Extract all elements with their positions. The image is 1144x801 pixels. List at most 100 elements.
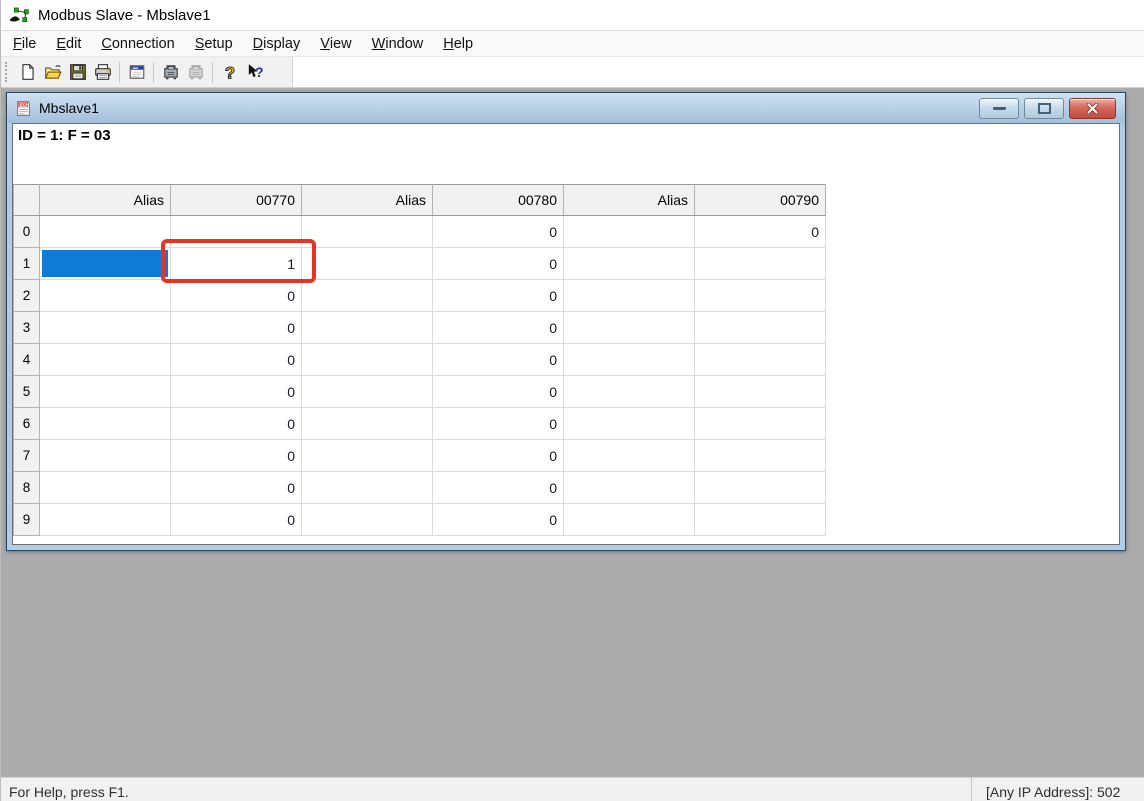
menu-item-display[interactable]: Display (243, 31, 311, 56)
cell-row1-col3[interactable]: 0 (433, 248, 564, 280)
cell-row6-col4[interactable] (564, 408, 695, 440)
menu-item-window[interactable]: Window (362, 31, 434, 56)
row-header-5: 5 (14, 376, 40, 408)
cell-row3-col0[interactable] (40, 312, 171, 344)
cell-row2-col2[interactable] (302, 280, 433, 312)
grid-row-3: 300 (14, 312, 826, 344)
document-titlebar[interactable]: DOC Mbslave1 (7, 93, 1125, 123)
cell-row9-col2[interactable] (302, 504, 433, 536)
grid-corner-header (14, 185, 40, 216)
cell-row3-col1[interactable]: 0 (171, 312, 302, 344)
cell-row1-col2[interactable] (302, 248, 433, 280)
status-bar: For Help, press F1. [Any IP Address]: 50… (1, 777, 1144, 801)
menu-item-help[interactable]: Help (433, 31, 483, 56)
cell-row4-col5[interactable] (695, 344, 826, 376)
cell-row5-col4[interactable] (564, 376, 695, 408)
cell-row9-col3[interactable]: 0 (433, 504, 564, 536)
open-file-icon[interactable] (40, 60, 65, 85)
grid-row-4: 400 (14, 344, 826, 376)
save-icon[interactable] (65, 60, 90, 85)
cell-row1-col1[interactable]: 1 (171, 248, 302, 280)
cell-row8-col0[interactable] (40, 472, 171, 504)
cell-row7-col5[interactable] (695, 440, 826, 472)
cell-row9-col1[interactable]: 0 (171, 504, 302, 536)
cell-row1-col5[interactable] (695, 248, 826, 280)
cell-row0-col0[interactable] (40, 216, 171, 248)
cell-row7-col4[interactable] (564, 440, 695, 472)
cell-row5-col2[interactable] (302, 376, 433, 408)
cell-row2-col0[interactable] (40, 280, 171, 312)
cell-row8-col5[interactable] (695, 472, 826, 504)
cell-row0-col1[interactable] (171, 216, 302, 248)
cell-row3-col5[interactable] (695, 312, 826, 344)
menu-item-setup[interactable]: Setup (185, 31, 243, 56)
cell-row6-col2[interactable] (302, 408, 433, 440)
status-ip-port: [Any IP Address]: 502 (971, 778, 1144, 801)
cell-row4-col1[interactable]: 0 (171, 344, 302, 376)
cell-row0-col3[interactable]: 0 (433, 216, 564, 248)
toolbar-separator (153, 62, 154, 83)
grid-row-0: 0 0 0 (14, 216, 826, 248)
cell-row8-col3[interactable]: 0 (433, 472, 564, 504)
grid-body: 000110200300400500600700800900 (14, 216, 826, 536)
cell-row8-col4[interactable] (564, 472, 695, 504)
connection-setup-icon[interactable] (158, 60, 183, 85)
cell-row6-col1[interactable]: 0 (171, 408, 302, 440)
cell-row4-col0[interactable] (40, 344, 171, 376)
cell-row9-col5[interactable] (695, 504, 826, 536)
maximize-button[interactable] (1024, 98, 1064, 119)
cell-row0-col5[interactable]: 0 (695, 216, 826, 248)
modbus-slave-app: Modbus Slave - Mbslave1 FileEditConnecti… (0, 0, 1144, 801)
close-button[interactable] (1069, 98, 1116, 119)
print-icon[interactable] (90, 60, 115, 85)
context-help-icon[interactable]: ? (242, 60, 267, 85)
cell-row5-col1[interactable]: 0 (171, 376, 302, 408)
cell-row9-col4[interactable] (564, 504, 695, 536)
cell-row4-col4[interactable] (564, 344, 695, 376)
cell-row3-col3[interactable]: 0 (433, 312, 564, 344)
svg-text:?: ? (255, 65, 263, 80)
row-header-0: 0 (14, 216, 40, 248)
grid-row-9: 900 (14, 504, 826, 536)
cell-row5-col0[interactable] (40, 376, 171, 408)
cell-row6-col3[interactable]: 0 (433, 408, 564, 440)
cell-row3-col4[interactable] (564, 312, 695, 344)
cell-row9-col0[interactable] (40, 504, 171, 536)
grid-row-7: 7 0 0 (14, 440, 826, 472)
cell-row1-col0[interactable] (40, 248, 171, 280)
help-icon[interactable]: ? (217, 60, 242, 85)
svg-text:DOC: DOC (19, 102, 28, 108)
row-header-7: 7 (14, 440, 40, 472)
new-document-icon[interactable] (15, 60, 40, 85)
grid-row-1: 110 (14, 248, 826, 280)
cell-row7-col0[interactable] (40, 440, 171, 472)
cell-row5-col5[interactable] (695, 376, 826, 408)
cell-row1-col4[interactable] (564, 248, 695, 280)
close-icon (1086, 103, 1099, 114)
menu-item-view[interactable]: View (310, 31, 361, 56)
cell-row2-col3[interactable]: 0 (433, 280, 564, 312)
display-setup-icon[interactable] (124, 60, 149, 85)
cell-row7-col1[interactable]: 0 (171, 440, 302, 472)
cell-row3-col2[interactable] (302, 312, 433, 344)
cell-row7-col2[interactable] (302, 440, 433, 472)
menu-item-file[interactable]: File (3, 31, 46, 56)
cell-row8-col2[interactable] (302, 472, 433, 504)
minimize-button[interactable] (979, 98, 1019, 119)
cell-row6-col5[interactable] (695, 408, 826, 440)
cell-row0-col2[interactable] (302, 216, 433, 248)
cell-row4-col3[interactable]: 0 (433, 344, 564, 376)
cell-row5-col3[interactable]: 0 (433, 376, 564, 408)
menu-item-connection[interactable]: Connection (91, 31, 184, 56)
cell-row2-col5[interactable] (695, 280, 826, 312)
cell-row0-col4[interactable] (564, 216, 695, 248)
cell-row8-col1[interactable]: 0 (171, 472, 302, 504)
cell-row7-col3[interactable]: 0 (433, 440, 564, 472)
cell-row4-col2[interactable] (302, 344, 433, 376)
toolbar-grip[interactable] (5, 62, 11, 82)
menu-item-edit[interactable]: Edit (46, 31, 91, 56)
document-frame: ID = 1: F = 03 Alias00770Alias00780Alias… (7, 123, 1125, 550)
cell-row2-col1[interactable]: 0 (171, 280, 302, 312)
cell-row6-col0[interactable] (40, 408, 171, 440)
cell-row2-col4[interactable] (564, 280, 695, 312)
